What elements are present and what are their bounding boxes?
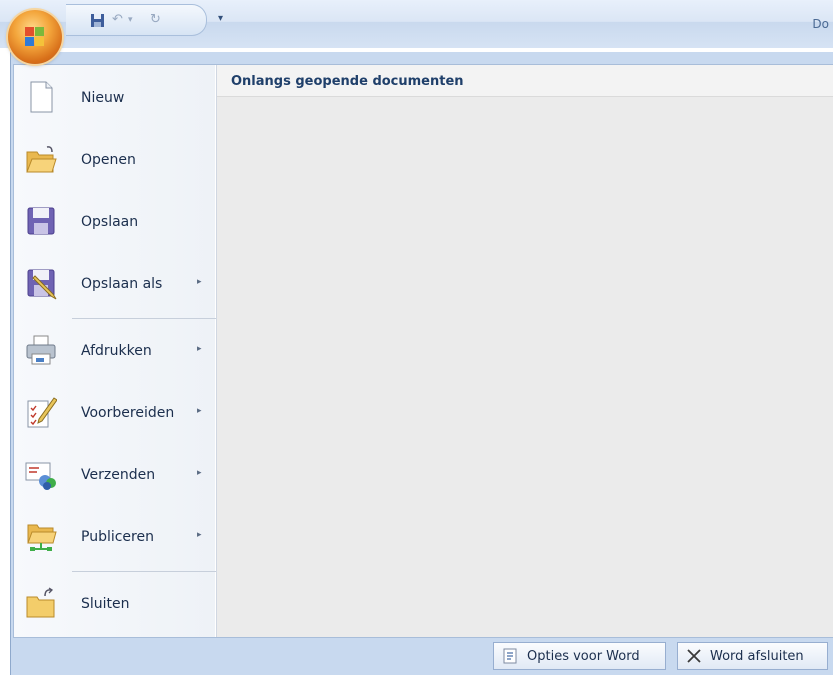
- customize-qat-icon[interactable]: ▾: [218, 12, 223, 26]
- office-logo-icon: [25, 27, 44, 46]
- menu-footer: Opties voor Word Word afsluiten: [11, 638, 833, 675]
- close-folder-icon: [26, 587, 55, 618]
- save-as-icon: [27, 269, 57, 300]
- menu-item-label: Sluiten: [81, 596, 130, 612]
- menu-item-label: Opslaan: [81, 214, 139, 230]
- office-button[interactable]: [8, 10, 62, 64]
- menu-item-openen[interactable]: Openen: [14, 128, 215, 190]
- menu-item-verzenden[interactable]: Verzenden ▸: [14, 443, 215, 505]
- new-document-icon: [30, 81, 53, 113]
- undo-dropdown-icon[interactable]: ▾: [128, 13, 133, 27]
- menu-item-label: Voorbereiden: [81, 405, 175, 421]
- menu-item-label: Publiceren: [81, 529, 154, 545]
- exit-word-button[interactable]: Word afsluiten: [677, 642, 828, 670]
- menu-commands: Nieuw Openen Opslaan Opslaan als ▸ Afdru…: [14, 65, 217, 637]
- print-icon: [26, 335, 56, 365]
- menu-item-label: Verzenden: [81, 467, 156, 483]
- send-icon: [25, 462, 56, 490]
- exit-word-label: Word afsluiten: [710, 649, 804, 664]
- menu-item-voorbereiden[interactable]: Voorbereiden ▸: [14, 381, 215, 443]
- office-menu: Nieuw Openen Opslaan Opslaan als ▸ Afdru…: [10, 52, 833, 675]
- menu-item-afdrukken[interactable]: Afdrukken ▸: [14, 319, 215, 381]
- submenu-arrow-icon: ▸: [197, 344, 202, 354]
- undo-icon[interactable]: ↶: [112, 13, 123, 27]
- save-icon: [27, 207, 55, 235]
- submenu-arrow-icon: ▸: [197, 530, 202, 540]
- save-icon[interactable]: [90, 13, 105, 32]
- menu-item-publiceren[interactable]: Publiceren ▸: [14, 505, 215, 567]
- word-options-label: Opties voor Word: [527, 649, 640, 664]
- options-icon: [503, 648, 517, 664]
- menu-item-label: Openen: [81, 152, 136, 168]
- submenu-arrow-icon: ▸: [197, 468, 202, 478]
- redo-icon[interactable]: ↻: [150, 13, 161, 27]
- menu-item-opslaan-als[interactable]: Opslaan als ▸: [14, 252, 215, 314]
- submenu-arrow-icon: ▸: [197, 406, 202, 416]
- window-title: Do: [812, 17, 829, 31]
- publish-icon: [27, 524, 57, 551]
- recent-documents-pane: Onlangs geopende documenten: [216, 65, 833, 637]
- menu-item-label: Nieuw: [81, 90, 125, 106]
- menu-item-nieuw[interactable]: Nieuw: [14, 66, 215, 128]
- recent-documents-title: Onlangs geopende documenten: [231, 74, 464, 89]
- menu-item-label: Afdrukken: [81, 343, 152, 359]
- quick-access-toolbar: ↶ ▾ ↻: [66, 4, 207, 36]
- word-options-button[interactable]: Opties voor Word: [493, 642, 666, 670]
- open-folder-icon: [26, 146, 57, 173]
- recent-documents-header: Onlangs geopende documenten: [217, 65, 833, 97]
- prepare-icon: [27, 397, 57, 428]
- menu-item-sluiten[interactable]: Sluiten: [14, 572, 215, 634]
- office-menu-body: Nieuw Openen Opslaan Opslaan als ▸ Afdru…: [13, 64, 833, 638]
- submenu-arrow-icon: ▸: [197, 277, 202, 287]
- close-icon: [687, 649, 701, 663]
- menu-item-label: Opslaan als: [81, 276, 163, 292]
- title-bar: ↶ ▾ ↻ ▾ Do: [0, 0, 833, 48]
- menu-item-opslaan[interactable]: Opslaan: [14, 190, 215, 252]
